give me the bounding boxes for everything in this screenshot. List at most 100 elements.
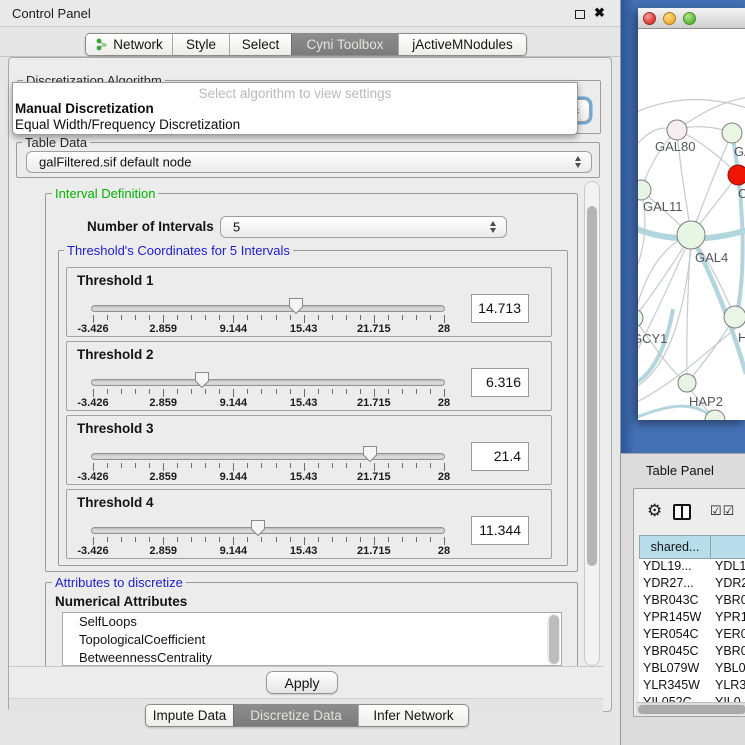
threshold-4-slider-thumb[interactable] bbox=[250, 519, 266, 537]
control-panel-titlebar: Control Panel ✖ bbox=[0, 0, 620, 27]
network-node-label: C bbox=[738, 186, 745, 201]
threshold-1-slider-thumb[interactable] bbox=[288, 297, 304, 315]
table-panel-region: Table Panel ⚙ ☑☑ shared... n YDL19...YDL… bbox=[621, 453, 745, 745]
threshold-4-value-input[interactable]: 11.344 bbox=[471, 516, 529, 545]
table-panel: ⚙ ☑☑ shared... n YDL19...YDL1YDR27...YDR… bbox=[633, 488, 745, 717]
network-node-label: GAL11 bbox=[643, 199, 683, 214]
network-node[interactable] bbox=[677, 221, 705, 249]
table-row[interactable]: YDR27...YDR2 bbox=[639, 576, 745, 593]
table-row[interactable]: YIL052CYIL0 bbox=[639, 695, 745, 702]
network-nodes: GAL80 GA C GAL11 GAL4 GCY1 H HAP2 bbox=[638, 120, 745, 420]
network-view-window: GAL80 GA C GAL11 GAL4 GCY1 H HAP2 bbox=[638, 8, 745, 420]
tab-select[interactable]: Select bbox=[229, 34, 291, 55]
mac-close-icon[interactable] bbox=[643, 12, 656, 25]
table-row[interactable]: YDL19...YDL1 bbox=[639, 559, 745, 576]
checkbox-icons[interactable]: ☑☑ bbox=[710, 503, 735, 519]
combo-arrows-icon bbox=[575, 156, 582, 168]
panel-title: Control Panel bbox=[12, 6, 91, 21]
threshold-3-value-input[interactable]: 21.4 bbox=[471, 442, 529, 471]
attribute-list-item[interactable]: TopologicalCoefficient bbox=[63, 631, 561, 649]
table-data-combo[interactable]: galFiltered.sif default node bbox=[26, 151, 592, 173]
popup-option-equal-width-frequency[interactable]: Equal Width/Frequency Discretization bbox=[15, 117, 240, 132]
popup-hint: Select algorithm to view settings bbox=[13, 86, 577, 101]
table-row[interactable]: YBR045CYBR0 bbox=[639, 644, 745, 661]
combo-arrows-icon bbox=[490, 221, 497, 233]
network-node-label: GCY1 bbox=[638, 331, 667, 346]
tab-label: Select bbox=[242, 37, 280, 52]
right-side: GAL80 GA C GAL11 GAL4 GCY1 H HAP2 Table Panel ⚙… bbox=[620, 0, 745, 745]
table-panel-title: Table Panel bbox=[646, 463, 714, 478]
gear-icon[interactable]: ⚙ bbox=[647, 501, 662, 521]
numerical-attributes-list[interactable]: SelfLoopsTopologicalCoefficientBetweenne… bbox=[62, 612, 562, 666]
tab-cyni-toolbox[interactable]: Cyni Toolbox bbox=[291, 34, 398, 55]
network-canvas[interactable]: GAL80 GA C GAL11 GAL4 GCY1 H HAP2 bbox=[638, 29, 745, 420]
network-node-label: HAP2 bbox=[689, 394, 723, 409]
threshold-3-block: Threshold 3 -3.4262.8599.14415.4321.7152… bbox=[66, 415, 552, 485]
tab-style[interactable]: Style bbox=[172, 34, 229, 55]
tab-label: Network bbox=[113, 37, 163, 52]
table-horizontal-scrollbar-thumb[interactable] bbox=[638, 705, 745, 714]
tab-label: Impute Data bbox=[153, 708, 227, 723]
table-row[interactable]: YBL079WYBL0 bbox=[639, 661, 745, 678]
algorithm-dropdown-popup: Select algorithm to view settings Manual… bbox=[12, 82, 578, 135]
tab-label: Cyni Toolbox bbox=[306, 37, 383, 52]
number-of-intervals-value: 5 bbox=[233, 220, 240, 235]
table-data-combo-value: galFiltered.sif default node bbox=[39, 155, 191, 170]
tab-label: jActiveMNodules bbox=[412, 37, 513, 52]
table-row[interactable]: YER054CYER0 bbox=[639, 627, 745, 644]
top-tab-strip: Network Style Select Cyni Toolbox jActiv… bbox=[85, 33, 527, 56]
tab-label: Infer Network bbox=[373, 708, 453, 723]
mac-minimize-icon[interactable] bbox=[663, 12, 676, 25]
network-node[interactable] bbox=[724, 306, 745, 328]
network-node[interactable] bbox=[638, 309, 643, 327]
threshold-2-slider-thumb[interactable] bbox=[194, 371, 210, 389]
attributes-list-scrollbar-thumb[interactable] bbox=[549, 615, 559, 664]
tab-jactivemnodules[interactable]: jActiveMNodules bbox=[398, 34, 526, 55]
network-node[interactable] bbox=[722, 123, 742, 143]
threshold-1-value-input[interactable]: 14.713 bbox=[471, 294, 529, 323]
tab-discretize-data[interactable]: Discretize Data bbox=[233, 705, 358, 726]
attribute-list-item[interactable]: BetweennessCentrality bbox=[63, 649, 561, 666]
control-panel: Control Panel ✖ Network Style Sel bbox=[0, 0, 620, 745]
apply-button[interactable]: Apply bbox=[266, 671, 338, 694]
network-node-label: H bbox=[738, 330, 745, 345]
tab-network[interactable]: Network bbox=[86, 34, 172, 55]
content-scrollbar[interactable] bbox=[584, 181, 600, 666]
close-icon[interactable]: ✖ bbox=[594, 5, 605, 21]
table-rows: YDL19...YDL1YDR27...YDR2YBR043CYBR0YPR14… bbox=[639, 559, 745, 702]
threshold-3-slider-thumb[interactable] bbox=[362, 445, 378, 463]
tab-label: Discretize Data bbox=[250, 708, 342, 723]
attribute-list-item[interactable]: SelfLoops bbox=[63, 613, 561, 631]
column-header-shared[interactable]: shared... bbox=[639, 535, 711, 559]
tab-label: Style bbox=[186, 37, 216, 52]
mac-zoom-icon[interactable] bbox=[683, 12, 696, 25]
table-row[interactable]: YLR345WYLR3 bbox=[639, 678, 745, 695]
network-node-label: GAL4 bbox=[695, 250, 728, 265]
network-node[interactable] bbox=[667, 120, 687, 140]
tab-impute-data[interactable]: Impute Data bbox=[146, 705, 233, 726]
threshold-4-block: Threshold 4 -3.4262.8599.14415.4321.7152… bbox=[66, 489, 552, 559]
threshold-2-value-input[interactable]: 6.316 bbox=[471, 368, 529, 397]
content-scrollbar-thumb[interactable] bbox=[587, 206, 597, 566]
bottom-tab-strip: Impute Data Discretize Data Infer Networ… bbox=[145, 704, 469, 727]
screen: Control Panel ✖ Network Style Sel bbox=[0, 0, 745, 745]
column-header-name[interactable]: n bbox=[710, 535, 745, 559]
network-node-label: GA bbox=[734, 144, 745, 159]
number-of-intervals-combo[interactable]: 5 bbox=[220, 216, 507, 238]
columns-icon[interactable] bbox=[673, 504, 691, 520]
network-window-titlebar bbox=[638, 8, 745, 29]
popup-option-manual-discretization[interactable]: Manual Discretization bbox=[15, 101, 154, 116]
tab-infer-network[interactable]: Infer Network bbox=[358, 705, 468, 726]
network-node[interactable] bbox=[728, 165, 745, 185]
network-node-label: GAL80 bbox=[655, 139, 695, 154]
threshold-2-block: Threshold 2 -3.4262.8599.14415.4321.7152… bbox=[66, 341, 552, 411]
network-node[interactable] bbox=[678, 374, 696, 392]
table-row[interactable]: YBR043CYBR0 bbox=[639, 593, 745, 610]
cytoscape-desktop: GAL80 GA C GAL11 GAL4 GCY1 H HAP2 bbox=[621, 0, 745, 453]
threshold-1-block: Threshold 1 -3.4262.8599.14415.4321.7152… bbox=[66, 267, 552, 337]
table-horizontal-scrollbar[interactable] bbox=[636, 702, 745, 715]
attributes-list-scrollbar[interactable] bbox=[547, 614, 560, 665]
float-window-icon[interactable] bbox=[575, 10, 585, 19]
table-row[interactable]: YPR145WYPR1 bbox=[639, 610, 745, 627]
network-icon bbox=[95, 37, 108, 52]
